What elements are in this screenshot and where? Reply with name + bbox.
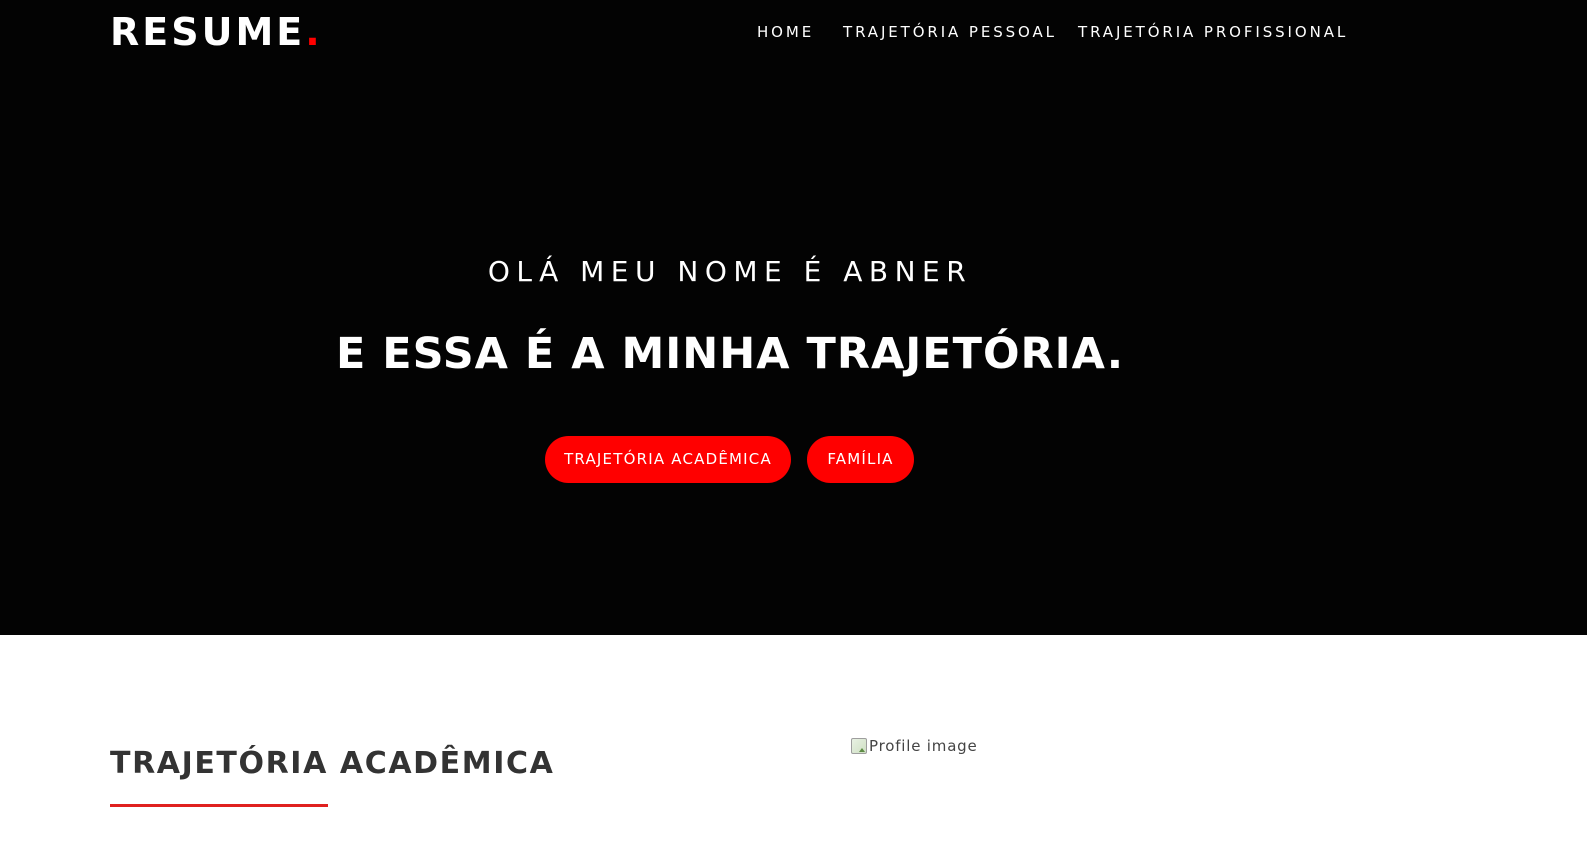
- section-title-underline: [110, 804, 328, 807]
- site-logo[interactable]: RESUME.: [110, 10, 320, 54]
- main-nav: HOME TRAJETÓRIA PESSOAL TRAJETÓRIA PROFI…: [757, 22, 1348, 42]
- hero-greeting: OLÁ MEU NOME É ABNER: [487, 255, 973, 288]
- nav-item-trajetoria-profissional[interactable]: TRAJETÓRIA PROFISSIONAL: [1078, 22, 1348, 42]
- trajetoria-academica-button[interactable]: TRAJETÓRIA ACADÊMICA: [545, 436, 791, 483]
- nav-item-home[interactable]: HOME: [757, 22, 843, 42]
- hero-headline: E ESSA É A MINHA TRAJETÓRIA.: [335, 329, 1125, 379]
- familia-button[interactable]: FAMÍLIA: [807, 436, 914, 483]
- nav-item-trajetoria-pessoal[interactable]: TRAJETÓRIA PESSOAL: [843, 22, 1078, 42]
- profile-image: Profile image: [851, 733, 978, 759]
- logo-dot: .: [305, 10, 320, 54]
- logo-text: RESUME: [110, 10, 306, 54]
- profile-image-alt-text: Profile image: [869, 737, 978, 755]
- hero-section: RESUME. HOME TRAJETÓRIA PESSOAL TRAJETÓR…: [0, 0, 1587, 635]
- broken-image-icon: [851, 738, 867, 754]
- section-title: TRAJETÓRIA ACADÊMICA: [110, 746, 555, 781]
